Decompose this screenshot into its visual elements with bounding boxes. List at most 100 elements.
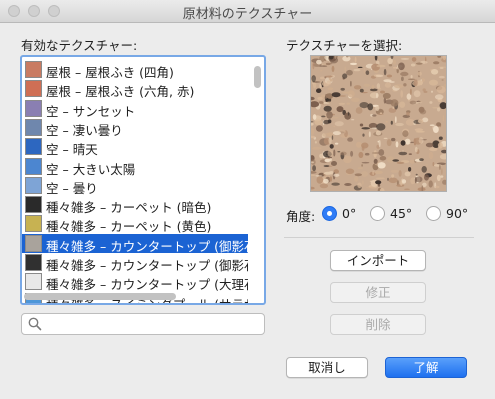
granite-speck [327,101,332,103]
angle-radio-1[interactable] [370,206,385,221]
granite-speck [365,187,375,189]
window-title: 原材料のテクスチャー [182,7,313,22]
granite-speck [338,102,346,105]
granite-speck [354,56,357,63]
granite-speck [408,153,412,155]
granite-speck [316,88,322,93]
granite-speck [344,183,352,186]
granite-speck [394,116,397,124]
granite-speck [362,133,365,137]
granite-speck [319,65,328,67]
granite-speck [372,114,377,117]
granite-speck [379,90,386,94]
texture-thumbnail [25,61,42,78]
granite-speck [411,57,417,62]
granite-speck [319,83,322,89]
granite-speck [345,168,355,175]
granite-speck [437,142,443,149]
granite-speck [442,115,445,122]
angle-option-label[interactable]: 90° [446,206,468,221]
granite-speck [325,93,333,99]
granite-texture [311,56,446,191]
granite-speck [334,121,344,127]
granite-speck [425,142,434,148]
granite-speck [417,101,424,103]
granite-speck [415,176,423,183]
granite-speck [347,137,353,142]
texture-list[interactable]: 屋根 – 屋根ふき (四角) 屋根 – 屋根ふき (六角, 赤) 空 – サンセット… [20,55,266,305]
granite-speck [312,114,317,120]
texture-thumbnail [25,234,42,252]
import-button[interactable]: インポート [330,250,426,271]
granite-speck [360,171,369,177]
granite-speck [311,96,315,101]
list-item-label: 空 – 大きい太陽 [46,161,136,176]
angle-option-label[interactable]: 45° [390,206,412,221]
granite-speck [391,137,396,142]
search-input[interactable] [46,315,264,335]
angle-radio-0[interactable] [322,206,337,221]
granite-speck [441,79,444,81]
granite-speck [419,158,424,161]
texture-thumbnail [25,176,42,194]
granite-speck [372,170,375,176]
granite-speck [375,74,384,77]
list-item-label: 種々雑多 – カーペット (暗色) [46,200,212,215]
granite-speck [437,107,441,112]
list-item[interactable]: 空 – 大きい太陽 [22,157,248,176]
list-item[interactable]: 空 – サンセット [22,99,248,118]
vertical-scroll-thumb[interactable] [254,66,261,88]
granite-speck [329,144,334,149]
granite-speck [402,130,409,137]
list-item[interactable]: 種々雑多 – カーペット (暗色) [22,195,248,214]
granite-speck [410,88,412,95]
granite-speck [354,176,359,182]
horizontal-scrollbar[interactable] [24,292,254,301]
granite-speck [404,171,411,177]
granite-speck [311,171,317,174]
ok-button[interactable]: 了解 [385,357,467,378]
granite-speck [415,62,423,65]
list-item[interactable]: 屋根 – 屋根ふき (六角, 赤) [22,79,248,98]
granite-speck [414,128,424,132]
list-item[interactable]: 空 – 晴天 [22,137,248,156]
granite-speck [319,76,326,80]
vertical-scrollbar[interactable] [253,60,262,300]
granite-speck [417,119,424,124]
granite-speck [311,75,316,83]
granite-speck [358,151,364,159]
search-field[interactable] [21,313,265,335]
granite-speck [316,176,324,184]
granite-speck [323,178,329,184]
granite-speck [434,94,444,100]
granite-speck [327,119,332,124]
list-item[interactable]: 種々雑多 – カウンタートップ (御影石) [22,233,248,253]
list-item[interactable]: 種々雑多 – カウンタートップ (御影石) [22,253,248,272]
list-item[interactable]: 種々雑多 – カウンタートップ (大理石) [22,272,248,291]
granite-speck [331,65,335,72]
list-item[interactable]: 空 – 凄い曇り [22,118,248,137]
horizontal-scroll-thumb[interactable] [24,293,176,300]
granite-speck [330,62,333,65]
granite-speck [376,92,378,99]
granite-speck [319,153,324,159]
granite-speck [375,105,380,111]
texture-preview-image [310,55,447,192]
edit-button[interactable]: 修正 [330,282,426,303]
delete-button[interactable]: 削除 [330,314,426,335]
list-item[interactable]: 屋根 – 屋根ふき (四角) [22,60,248,79]
list-item[interactable]: 空 – 曇り [22,176,248,195]
granite-speck [395,122,404,127]
angle-option-label[interactable]: 0° [342,206,356,221]
granite-speck [408,167,412,172]
granite-speck [340,87,345,91]
granite-speck [378,139,381,148]
cancel-button[interactable]: 取消し [286,357,368,378]
list-item[interactable]: 種々雑多 – カーペット (黄色) [22,214,248,233]
granite-speck [328,137,332,144]
granite-speck [318,101,324,104]
angle-radio-2[interactable] [426,206,441,221]
granite-speck [418,106,425,113]
granite-speck [344,112,352,120]
granite-speck [388,177,398,184]
